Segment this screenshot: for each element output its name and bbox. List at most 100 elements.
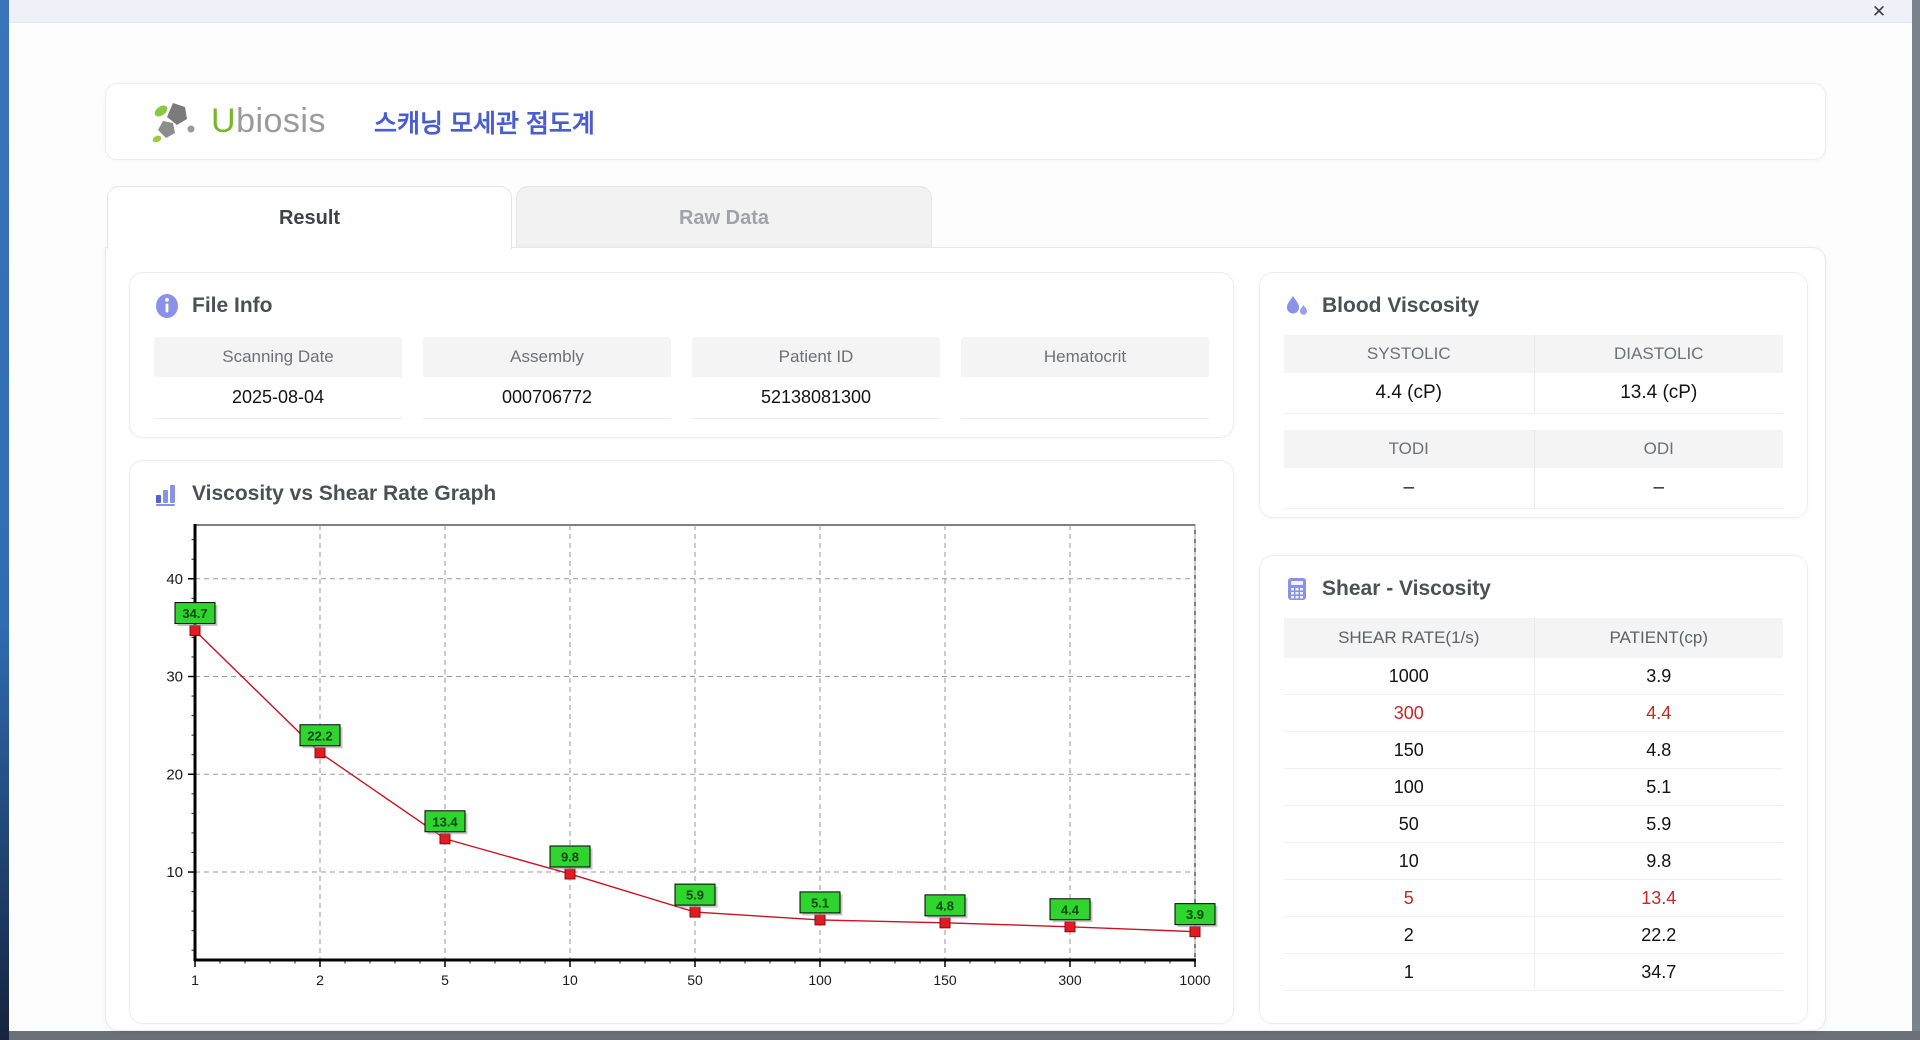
graph-card: Viscosity vs Shear Rate Graph 10 20 30 40 1 2… xyxy=(129,460,1234,1024)
app-window: ✕ Ubiosis 스캐닝 모세관 점도계 Result Raw Data Fi… xyxy=(0,0,1920,1040)
result-panel: File Info Scanning Date 2025-08-04 Assembl… xyxy=(105,247,1826,1031)
cell-shear-rate: 10 xyxy=(1398,850,1419,871)
window-bottom-border xyxy=(9,1031,1920,1040)
window-right-border xyxy=(1912,0,1920,1040)
field-value: 2025-08-04 xyxy=(154,377,402,419)
field-value: 000706772 xyxy=(423,377,671,419)
shear-viscosity-table-header: SHEAR RATE(1/s) PATIENT(cp) xyxy=(1284,618,1783,658)
x-tick-label: 1 xyxy=(191,972,199,988)
chart-point-label: 4.8 xyxy=(936,898,954,913)
cell-label: SYSTOLIC xyxy=(1284,335,1534,373)
shear-viscosity-table: SHEAR RATE(1/s) PATIENT(cp) 1000 3.9 300 4.… xyxy=(1284,618,1783,991)
info-icon xyxy=(156,294,178,318)
cell-label: TODI xyxy=(1284,430,1534,468)
cell-patient: 5.1 xyxy=(1533,769,1784,805)
y-tick-label: 40 xyxy=(166,571,183,588)
cell-shear-rate: 2 xyxy=(1403,924,1414,945)
field-value xyxy=(961,377,1209,419)
chart-point xyxy=(1064,921,1076,933)
x-tick-label: 10 xyxy=(562,972,578,988)
x-tick-label: 1000 xyxy=(1179,972,1210,988)
cell-shear-rate: 150 xyxy=(1393,739,1424,760)
table-row: 1 34.7 xyxy=(1284,954,1783,991)
table-row: 50 5.9 xyxy=(1284,806,1783,843)
cell-shear-rate: 1000 xyxy=(1388,665,1429,686)
graph-title: Viscosity vs Shear Rate Graph xyxy=(154,481,1233,507)
blood-viscosity-group: SYSTOLIC 4.4 (cP) DIASTOLIC 13.4 (cP) xyxy=(1284,335,1783,414)
y-tick-label: 10 xyxy=(166,864,183,881)
window-left-border xyxy=(0,0,9,1040)
cell-patient: 22.2 xyxy=(1533,917,1784,953)
file-info-title: File Info xyxy=(154,293,1233,319)
cell-value: 13.4 (cP) xyxy=(1533,373,1783,414)
cell-shear-rate: 100 xyxy=(1393,776,1424,797)
chart-point xyxy=(939,917,951,929)
chart-point xyxy=(814,914,826,926)
shear-viscosity-title: Shear - Viscosity xyxy=(1284,576,1807,602)
x-tick-label: 50 xyxy=(687,972,703,988)
window-title-bar: ✕ xyxy=(9,0,1912,23)
file-info-field: Patient ID 52138081300 xyxy=(692,337,940,419)
chart-point xyxy=(1189,926,1201,938)
viscosity-chart-svg: 10 20 30 40 1 2 5 10 50 100 150 300 1000 34.7 22.2 13.4… xyxy=(166,524,1218,988)
blood-viscosity-cell: ODI – xyxy=(1533,430,1783,509)
file-info-field: Scanning Date 2025-08-04 xyxy=(154,337,402,419)
ubiosis-logo: Ubiosis xyxy=(151,99,326,145)
table-row: 5 13.4 xyxy=(1284,880,1783,917)
y-tick-label: 30 xyxy=(166,669,183,686)
tab-raw-data[interactable]: Raw Data xyxy=(516,186,932,249)
cell-label: DIASTOLIC xyxy=(1533,335,1783,373)
shear-viscosity-title-text: Shear - Viscosity xyxy=(1322,577,1491,600)
cell-value: – xyxy=(1284,468,1534,509)
col-patient: PATIENT(cp) xyxy=(1533,618,1784,658)
ubiosis-logo-icon xyxy=(152,102,195,142)
cell-value: – xyxy=(1533,468,1783,509)
chart-point-label: 4.4 xyxy=(1061,902,1080,917)
bar-chart-icon xyxy=(156,485,175,506)
shear-viscosity-rows: 1000 3.9 300 4.4 150 4.8 100 5.1 50 5.9 10 9.8 5 13.4… xyxy=(1284,658,1783,991)
chart-point-label: 13.4 xyxy=(432,814,458,829)
blood-viscosity-title: Blood Viscosity xyxy=(1284,293,1807,319)
calculator-icon xyxy=(1288,578,1306,600)
field-value: 52138081300 xyxy=(692,377,940,419)
chart-point xyxy=(439,833,451,845)
file-info-field: Assembly 000706772 xyxy=(423,337,671,419)
cell-patient: 4.8 xyxy=(1533,732,1784,768)
close-icon[interactable]: ✕ xyxy=(1868,1,1890,23)
x-tick-label: 5 xyxy=(441,972,449,988)
cell-patient: 9.8 xyxy=(1533,843,1784,879)
blood-viscosity-card: Blood Viscosity SYSTOLIC 4.4 (cP) DIASTOLI… xyxy=(1259,272,1808,518)
cell-label: ODI xyxy=(1533,430,1783,468)
blood-viscosity-table: SYSTOLIC 4.4 (cP) DIASTOLIC 13.4 (cP) TODI – O… xyxy=(1260,335,1807,509)
chart-point-label: 9.8 xyxy=(561,849,579,864)
file-info-card: File Info Scanning Date 2025-08-04 Assembl… xyxy=(129,272,1234,438)
field-label: Scanning Date xyxy=(154,337,402,377)
cell-patient: 4.4 xyxy=(1533,695,1784,731)
chart-point-label: 3.9 xyxy=(1186,907,1204,922)
graph-title-text: Viscosity vs Shear Rate Graph xyxy=(192,482,497,505)
field-label: Patient ID xyxy=(692,337,940,377)
blood-viscosity-cell: TODI – xyxy=(1284,430,1534,509)
col-shear-rate: SHEAR RATE(1/s) xyxy=(1338,628,1480,647)
table-row: 100 5.1 xyxy=(1284,769,1783,806)
chart-point-label: 34.7 xyxy=(182,606,207,621)
logo-letter-u: U xyxy=(211,102,237,140)
blood-viscosity-group: TODI – ODI – xyxy=(1284,430,1783,509)
cell-patient: 13.4 xyxy=(1533,880,1784,916)
chart-point xyxy=(564,868,576,880)
cell-patient: 5.9 xyxy=(1533,806,1784,842)
table-row: 1000 3.9 xyxy=(1284,658,1783,695)
x-tick-label: 2 xyxy=(316,972,324,988)
cell-value: 4.4 (cP) xyxy=(1284,373,1534,414)
blood-viscosity-cell: SYSTOLIC 4.4 (cP) xyxy=(1284,335,1534,414)
field-label: Hematocrit xyxy=(961,337,1209,377)
file-info-title-text: File Info xyxy=(192,294,273,317)
tab-result[interactable]: Result xyxy=(107,186,512,249)
table-row: 2 22.2 xyxy=(1284,917,1783,954)
cell-shear-rate: 5 xyxy=(1403,887,1414,908)
file-info-field: Hematocrit xyxy=(961,337,1209,419)
chart-point-label: 22.2 xyxy=(307,728,332,743)
table-row: 10 9.8 xyxy=(1284,843,1783,880)
cell-shear-rate: 1 xyxy=(1403,961,1414,982)
cell-shear-rate: 50 xyxy=(1398,813,1419,834)
